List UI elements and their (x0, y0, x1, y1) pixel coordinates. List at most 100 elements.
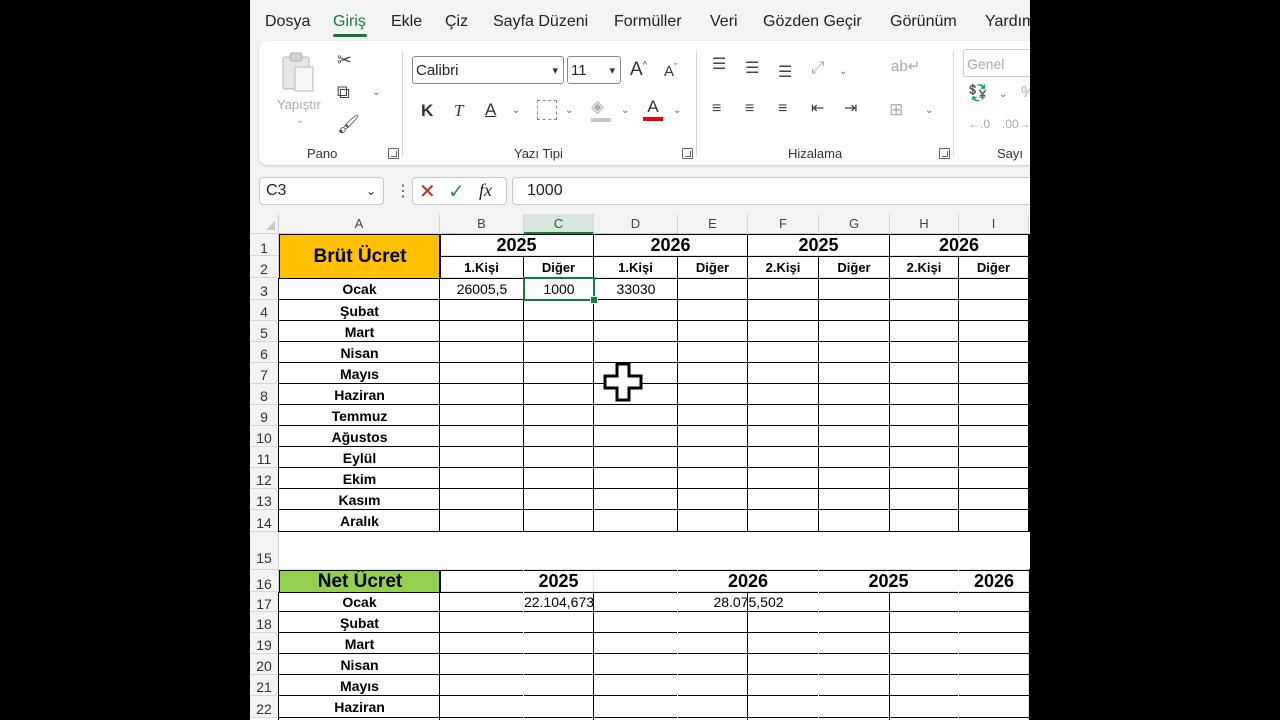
column-header-a[interactable]: A (279, 214, 440, 234)
align-bottom-icon[interactable]: ☰ (778, 65, 792, 81)
grow-font-icon[interactable]: A^ (630, 59, 647, 81)
table1-month-label[interactable]: Şubat (279, 300, 440, 321)
select-all-button[interactable] (250, 214, 279, 234)
menu-yardim[interactable]: Yardım (985, 13, 1030, 31)
row-header-11[interactable]: 11 (250, 447, 279, 468)
table2-year-header[interactable]: 2026 (677, 570, 819, 593)
row-header-7[interactable]: 7 (250, 363, 279, 384)
row-header-22[interactable]: 22 (250, 696, 279, 718)
font-color-button[interactable]: A (643, 97, 663, 121)
table1-month-label[interactable]: Mart (279, 321, 440, 342)
menu-ekle[interactable]: Ekle (391, 13, 422, 31)
row-header-17[interactable]: 17 (250, 592, 279, 612)
name-box[interactable]: C3 ⌄ (259, 177, 384, 205)
column-header-g[interactable]: G (819, 214, 890, 234)
chevron-down-icon[interactable]: ⌄ (512, 105, 520, 116)
percent-icon[interactable]: % (1021, 85, 1030, 101)
table2-month-label[interactable]: Şubat (279, 612, 440, 633)
chevron-down-icon[interactable]: ⌄ (999, 89, 1007, 100)
table2-month-label[interactable]: Nisan (279, 654, 440, 675)
menu-dosya[interactable]: Dosya (265, 13, 310, 31)
table1-title[interactable]: Brüt Ücret (279, 234, 441, 279)
font-size-combo[interactable]: 11 ▾ (567, 56, 621, 84)
fill-color-button[interactable]: ◈ (591, 97, 611, 122)
column-header-b[interactable]: B (440, 214, 524, 234)
paste-button[interactable] (277, 51, 321, 95)
column-header-h[interactable]: H (890, 214, 959, 234)
align-launcher-icon[interactable] (939, 148, 950, 159)
table1-month-label[interactable]: Haziran (279, 384, 440, 405)
format-painter-icon[interactable]: 🖌 (337, 115, 360, 133)
table2-month-label[interactable]: Haziran (279, 696, 440, 718)
align-center-icon[interactable]: ≡ (745, 101, 754, 117)
table1-month-label[interactable]: Kasım (279, 489, 440, 510)
align-right-icon[interactable]: ≡ (778, 101, 787, 117)
chevron-down-icon[interactable]: ⌄ (839, 66, 847, 77)
bold-button[interactable]: K (421, 101, 433, 121)
table1-month-label[interactable]: Eylül (279, 447, 440, 468)
table1-subheader[interactable]: Diğer (677, 256, 748, 279)
column-header-e[interactable]: E (678, 214, 748, 234)
table2-month-label[interactable]: Mart (279, 633, 440, 654)
row-header-13[interactable]: 13 (250, 489, 279, 510)
table1-value-cell[interactable]: 26005,5 (440, 278, 524, 300)
increase-indent-icon[interactable]: ⇥ (844, 101, 857, 117)
fill-handle[interactable] (590, 296, 598, 304)
table1-value-cell[interactable]: 33030 (594, 278, 678, 300)
table2-month-label[interactable]: Ocak (279, 592, 440, 612)
row-header-12[interactable]: 12 (250, 468, 279, 489)
currency-icon[interactable]: 💱 (968, 86, 988, 102)
table2-year-header[interactable]: 2026 (958, 570, 1030, 593)
spreadsheet-grid[interactable]: ABCDEFGHI 1 2 3 4 5 6 7 8 9 10 11 12 13 14 15 16 17 18 19 2… (250, 214, 1030, 720)
table1-subheader[interactable]: 1.Kişi (593, 256, 678, 279)
table1-subheader[interactable]: Diğer (958, 256, 1029, 279)
row-header-1[interactable]: 1 (250, 234, 279, 256)
column-header-i[interactable]: I (959, 214, 1029, 234)
table1-month-label[interactable]: Temmuz (279, 405, 440, 426)
row-header-21[interactable]: 21 (250, 675, 279, 696)
fx-icon[interactable]: fx (479, 180, 492, 201)
table1-month-label[interactable]: Ocak (279, 278, 440, 300)
cancel-icon[interactable]: ✕ (419, 179, 436, 204)
row-header-15[interactable]: 15 (250, 532, 279, 570)
table2-month-label[interactable]: Mayıs (279, 675, 440, 696)
row-header-14[interactable]: 14 (250, 510, 279, 532)
table1-month-label[interactable]: Ekim (279, 468, 440, 489)
font-name-combo[interactable]: Calibri ▾ (412, 56, 564, 84)
menu-veri[interactable]: Veri (710, 13, 738, 31)
scissors-icon[interactable]: ✂ (337, 51, 352, 69)
column-header-f[interactable]: F (748, 214, 819, 234)
shrink-font-icon[interactable]: Aˇ (664, 62, 677, 80)
row-header-20[interactable]: 20 (250, 654, 279, 675)
table1-subheader[interactable]: 2.Kişi (889, 256, 959, 279)
table1-year-header[interactable]: 2025 (439, 234, 594, 257)
menu-formuller[interactable]: Formüller (614, 13, 682, 31)
chevron-down-icon[interactable]: ⌄ (565, 105, 573, 116)
menu-sayfa-duzeni[interactable]: Sayfa Düzeni (493, 13, 588, 31)
chevron-down-icon[interactable]: ⌄ (673, 105, 681, 116)
column-header-c[interactable]: C (524, 214, 594, 234)
table1-month-label[interactable]: Mayıs (279, 363, 440, 384)
table1-subheader[interactable]: 2.Kişi (747, 256, 819, 279)
table1-subheader[interactable]: 1.Kişi (439, 256, 524, 279)
column-header-d[interactable]: D (594, 214, 678, 234)
align-left-icon[interactable]: ≡ (712, 101, 721, 117)
table2-value-cell[interactable]: 28.075,502 (678, 592, 819, 612)
merge-cells-icon[interactable]: ⊞ (889, 101, 903, 118)
chevron-down-icon[interactable]: ⌄ (621, 105, 629, 116)
row-header-16[interactable]: 16 (250, 570, 279, 592)
more-dots-icon[interactable]: ⋮ (395, 181, 411, 201)
row-header-5[interactable]: 5 (250, 321, 279, 342)
italic-button[interactable]: T (454, 101, 463, 121)
chevron-down-icon[interactable]: ⌄ (925, 105, 933, 116)
decrease-indent-icon[interactable]: ⇤ (811, 101, 824, 117)
menu-gozden-gecir[interactable]: Gözden Geçir (763, 13, 862, 31)
copy-icon[interactable]: ⧉ (337, 83, 350, 101)
number-format-combo[interactable]: Genel (963, 49, 1030, 77)
pano-launcher-icon[interactable] (388, 148, 399, 159)
row-header-18[interactable]: 18 (250, 612, 279, 633)
table1-subheader[interactable]: Diğer (818, 256, 890, 279)
row-header-19[interactable]: 19 (250, 633, 279, 654)
table1-subheader[interactable]: Diğer (523, 256, 594, 279)
table1-year-header[interactable]: 2025 (747, 234, 890, 257)
